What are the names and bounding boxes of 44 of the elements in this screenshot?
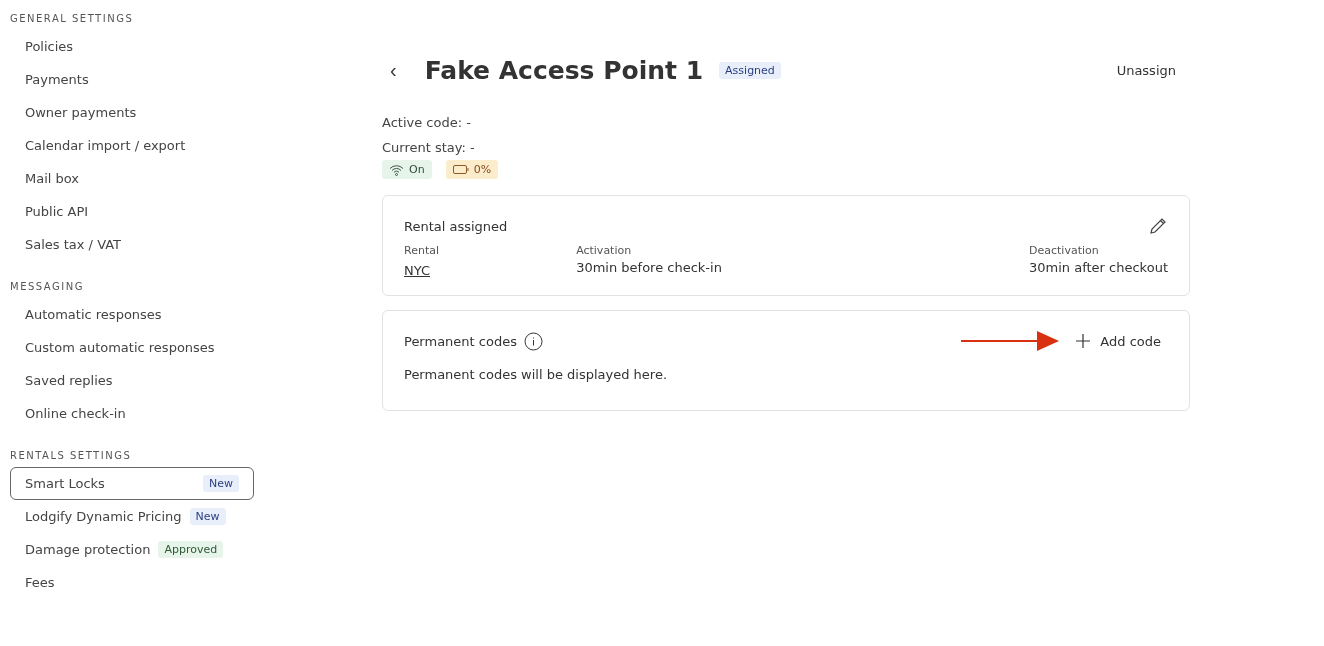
- status-badge: Assigned: [719, 61, 781, 79]
- section-heading: RENTALS SETTINGS: [10, 450, 133, 461]
- sidebar-item[interactable]: Sales tax / VAT: [10, 228, 254, 261]
- sidebar-item[interactable]: Public API: [10, 195, 254, 228]
- add-code-button[interactable]: Add code: [1068, 333, 1168, 349]
- edit-icon[interactable]: [1148, 216, 1168, 236]
- field-label: Deactivation: [1029, 244, 1100, 257]
- sidebar-item[interactable]: Policies: [10, 30, 254, 63]
- page-title: Fake Access Point 1: [424, 55, 704, 85]
- section-heading: GENERAL SETTINGS: [10, 13, 135, 24]
- wifi-icon: [389, 163, 404, 176]
- field-value: 30min before check-in: [576, 260, 722, 275]
- field-label: Activation: [576, 244, 633, 257]
- sidebar-item[interactable]: Damage protection Approved: [10, 533, 254, 566]
- plus-icon: [1076, 334, 1091, 348]
- card-title: Rental assigned: [404, 218, 508, 234]
- detail-text: Active code: -: [382, 114, 472, 132]
- status-chip: 0%: [445, 160, 499, 179]
- field-value: 30min after checkout: [1029, 260, 1168, 275]
- detail-text: Current stay: -: [382, 139, 476, 157]
- info-icon[interactable]: [523, 331, 543, 351]
- status-badge: Approved: [158, 541, 224, 558]
- empty-message: Permanent codes will be displayed here.: [404, 367, 669, 382]
- rental-link[interactable]: NYC: [404, 263, 431, 278]
- sidebar-item[interactable]: Owner payments: [10, 96, 254, 129]
- sidebar-item[interactable]: Smart Locks New: [10, 467, 254, 500]
- section-heading: MESSAGING: [10, 281, 85, 292]
- status-badge: New: [189, 508, 226, 525]
- sidebar-item[interactable]: Automatic responses: [10, 298, 254, 331]
- sidebar-item[interactable]: Payments: [10, 63, 254, 96]
- battery-icon: [452, 165, 469, 174]
- field-label: Rental: [404, 244, 439, 257]
- status-chip: On: [382, 160, 432, 179]
- sidebar-item[interactable]: Calendar import / export: [10, 129, 254, 162]
- sidebar-item[interactable]: Online check-in: [10, 397, 254, 430]
- card-title: Permanent codes: [404, 333, 517, 349]
- sidebar-item[interactable]: Mail box: [10, 162, 254, 195]
- sidebar-item[interactable]: Fees: [10, 566, 254, 599]
- back-button[interactable]: ‹: [382, 58, 405, 82]
- sidebar-item[interactable]: Custom automatic responses: [10, 331, 254, 364]
- sidebar-item[interactable]: Lodgify Dynamic Pricing New: [10, 500, 254, 533]
- unassign-button[interactable]: Unassign: [1102, 58, 1190, 82]
- status-badge: New: [203, 475, 239, 492]
- sidebar-item[interactable]: Saved replies: [10, 364, 254, 397]
